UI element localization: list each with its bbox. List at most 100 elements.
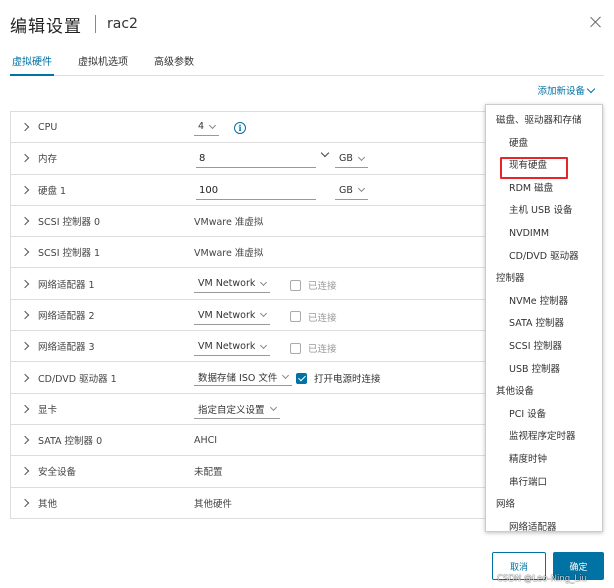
- hw-label: 安全设备: [38, 467, 77, 479]
- hw-label: SCSI 控制器 1: [38, 248, 101, 260]
- checkbox-label: 已连接: [308, 344, 337, 356]
- tab-advanced-parameters[interactable]: 高级参数: [152, 56, 196, 76]
- checkbox-label: 已连接: [308, 281, 337, 293]
- menu-item-existing-hard-disk[interactable]: 现有硬盘: [486, 155, 602, 179]
- chevron-right-icon[interactable]: [20, 185, 30, 194]
- chevron-right-icon[interactable]: [20, 498, 30, 507]
- menu-item-pci-device[interactable]: PCI 设备: [486, 404, 602, 427]
- title-divider: [95, 15, 96, 33]
- chevron-right-icon[interactable]: [20, 154, 30, 163]
- hw-row-scsi0: SCSI 控制器 0 VMware 准虚拟: [11, 206, 485, 238]
- video-settings-select[interactable]: 指定自定义设置: [194, 401, 280, 419]
- menu-item-rdm-disk[interactable]: RDM 磁盘: [486, 178, 602, 201]
- edit-settings-dialog: 编辑设置 rac2 虚拟硬件 虚拟机选项 高级参数 添加新设备 CPU 4 i …: [0, 0, 614, 588]
- hw-row-cpu: CPU 4 i: [11, 112, 485, 144]
- menu-group-controllers: 控制器: [496, 273, 525, 285]
- connected-checkbox[interactable]: 已连接: [290, 278, 337, 292]
- hw-row-net3: 网络适配器 3 VM Network 已连接: [11, 331, 485, 363]
- chevron-right-icon[interactable]: [20, 373, 30, 382]
- hw-row-cddvd1: CD/DVD 驱动器 1 数据存储 ISO 文件 打开电源时连接: [11, 362, 485, 394]
- hw-label: SATA 控制器 0: [38, 436, 103, 448]
- hw-label: 内存: [38, 154, 58, 166]
- menu-item-watchdog-timer[interactable]: 监视程序定时器: [486, 426, 602, 449]
- chevron-right-icon[interactable]: [20, 279, 30, 288]
- disk-size-input[interactable]: 100: [196, 182, 316, 200]
- tab-bar: 虚拟硬件 虚拟机选项 高级参数: [10, 56, 604, 76]
- network-select[interactable]: VM Network: [194, 275, 271, 294]
- chevron-down-icon[interactable]: [320, 149, 330, 158]
- chevron-down-icon: [269, 404, 277, 412]
- menu-item-precision-clock[interactable]: 精度时钟: [486, 449, 602, 472]
- hw-label: 硬盘 1: [38, 185, 67, 197]
- chevron-right-icon[interactable]: [20, 404, 30, 414]
- menu-item-nvdimm[interactable]: NVDIMM: [486, 223, 602, 246]
- close-icon[interactable]: [588, 14, 604, 30]
- network-value: VM Network: [198, 341, 256, 353]
- dialog-title: 编辑设置: [10, 16, 82, 37]
- hw-value: AHCI: [194, 434, 218, 446]
- chevron-down-icon: [357, 185, 365, 193]
- menu-item-sata-controller[interactable]: SATA 控制器: [486, 313, 602, 336]
- hw-row-net2: 网络适配器 2 VM Network 已连接: [11, 300, 485, 332]
- cd-media-value: 数据存储 ISO 文件: [198, 372, 278, 384]
- memory-unit-select[interactable]: GB: [335, 150, 368, 169]
- cpu-count-value: 4: [198, 121, 205, 132]
- tab-virtual-hardware[interactable]: 虚拟硬件: [10, 56, 54, 76]
- chevron-down-icon: [586, 84, 596, 93]
- hw-label: 网络适配器 2: [38, 310, 95, 322]
- network-select[interactable]: VM Network: [194, 338, 271, 357]
- chevron-right-icon[interactable]: [20, 248, 30, 257]
- hw-row-disk1: 硬盘 1 100 GB: [11, 175, 485, 206]
- hw-label: 显卡: [38, 404, 58, 416]
- hw-row-scsi1: SCSI 控制器 1 VMware 准虚拟: [11, 237, 485, 269]
- menu-item-cd-dvd-drive[interactable]: CD/DVD 驱动器: [486, 246, 602, 269]
- menu-item-usb-controller[interactable]: USB 控制器: [486, 359, 602, 382]
- menu-group-network: 网络: [496, 499, 516, 511]
- disk-unit-select[interactable]: GB: [335, 182, 368, 200]
- memory-unit-value: GB: [339, 153, 353, 165]
- virtual-hardware-list: CPU 4 i 内存 8 GB 硬盘 1 100 GB SCSI 控制器 0 V…: [10, 111, 486, 519]
- chevron-right-icon[interactable]: [20, 467, 30, 476]
- network-value: VM Network: [198, 278, 256, 290]
- chevron-down-icon: [357, 153, 365, 161]
- vm-name: rac2: [107, 16, 138, 32]
- hw-label: 网络适配器 1: [38, 279, 95, 291]
- cd-media-select[interactable]: 数据存储 ISO 文件: [194, 368, 293, 387]
- checkbox-label: 已连接: [308, 312, 337, 324]
- add-device-menu: 磁盘、驱动器和存储 硬盘 现有硬盘 RDM 磁盘 主机 USB 设备 NVDIM…: [485, 104, 603, 533]
- cpu-count-select[interactable]: 4: [194, 118, 220, 136]
- hw-value: 其他硬件: [194, 498, 233, 510]
- add-new-device-label: 添加新设备: [537, 86, 585, 97]
- chevron-down-icon: [260, 341, 268, 349]
- memory-size-input[interactable]: 8: [196, 150, 316, 169]
- menu-item-host-usb-device[interactable]: 主机 USB 设备: [486, 200, 602, 223]
- network-value: VM Network: [198, 309, 256, 321]
- menu-item-nvme-controller[interactable]: NVMe 控制器: [486, 291, 602, 314]
- menu-item-network-adapter[interactable]: 网络适配器: [486, 517, 602, 540]
- hw-row-video: 显卡 指定自定义设置: [11, 394, 485, 425]
- menu-item-serial-port[interactable]: 串行端口: [486, 472, 602, 495]
- info-icon[interactable]: i: [234, 122, 246, 134]
- chevron-right-icon[interactable]: [20, 122, 30, 132]
- watermark: CSDN @Leo-Ning_Liu: [497, 574, 587, 584]
- chevron-down-icon: [260, 278, 268, 287]
- connected-checkbox[interactable]: 已连接: [290, 341, 337, 355]
- chevron-down-icon: [282, 371, 290, 379]
- chevron-right-icon[interactable]: [20, 310, 30, 320]
- hw-value: VMware 准虚拟: [194, 217, 264, 229]
- checkbox-box: [290, 342, 301, 354]
- checkbox-box: [290, 279, 301, 291]
- network-select[interactable]: VM Network: [194, 307, 271, 325]
- chevron-right-icon[interactable]: [20, 216, 30, 226]
- chevron-right-icon[interactable]: [20, 341, 30, 351]
- connected-checkbox[interactable]: 已连接: [290, 310, 337, 324]
- add-new-device-button[interactable]: 添加新设备: [537, 83, 596, 97]
- hw-value: VMware 准虚拟: [194, 248, 264, 260]
- tab-vm-options[interactable]: 虚拟机选项: [76, 56, 130, 76]
- chevron-right-icon[interactable]: [20, 435, 30, 445]
- hw-row-other: 其他 其他硬件: [11, 488, 485, 519]
- connect-at-power-on-checkbox[interactable]: 打开电源时连接: [296, 371, 381, 385]
- hw-row-net1: 网络适配器 1 VM Network 已连接: [11, 268, 485, 300]
- menu-item-hard-disk[interactable]: 硬盘: [486, 133, 602, 156]
- menu-item-scsi-controller[interactable]: SCSI 控制器: [486, 336, 602, 359]
